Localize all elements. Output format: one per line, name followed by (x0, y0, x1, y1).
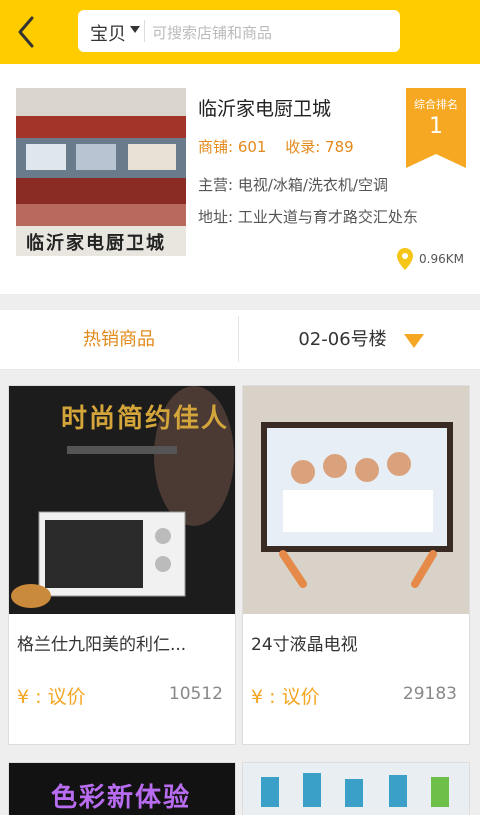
search-category-select[interactable]: 宝贝 (90, 20, 126, 46)
product-image: 时尚简约佳人 (9, 386, 235, 614)
store-card[interactable]: 临沂家电厨卫城 临沂家电厨卫城 商铺: 601 收录: 789 主营: 电视/冰… (0, 64, 480, 294)
rank-label: 综合排名 (414, 98, 458, 111)
product-price: ¥ : 议价 (251, 686, 320, 708)
search-bar[interactable]: 宝贝 可搜索店铺和商品 (78, 10, 400, 52)
product-card[interactable] (242, 762, 470, 815)
store-name: 临沂家电厨卫城 (198, 98, 332, 120)
product-image: 色彩新体验 (9, 763, 235, 815)
dropdown-triangle-icon (404, 334, 424, 348)
product-card[interactable]: 24寸液晶电视 ¥ : 议价 29183 (242, 385, 470, 745)
tab-floor-select[interactable]: 02-06号楼 (239, 310, 480, 370)
dropdown-triangle-icon (130, 26, 140, 33)
filter-tabs: 热销商品 02-06号楼 (0, 310, 480, 370)
product-sales: 29183 (402, 684, 457, 704)
product-sales: 10512 (168, 684, 223, 704)
rank-value: 1 (429, 114, 443, 139)
store-main-business: 主营: 电视/冰箱/洗衣机/空调 (198, 176, 388, 194)
store-address: 地址: 工业大道与育才路交汇处东 (198, 208, 418, 226)
back-button[interactable] (10, 12, 46, 52)
product-grid: 时尚简约佳人 格兰仕九阳美的利仁... ¥ : 议价 10512 24寸液晶电视… (0, 370, 480, 815)
search-input[interactable]: 可搜索店铺和商品 (152, 22, 272, 43)
search-divider (144, 20, 145, 42)
distance: 0.96KM (397, 248, 464, 270)
store-photo-caption: 临沂家电厨卫城 (26, 233, 166, 254)
product-price: ¥ : 议价 (17, 686, 86, 708)
tab-floor-label: 02-06号楼 (298, 329, 387, 350)
product-image-caption: 色彩新体验 (51, 783, 192, 813)
distance-value: 0.96KM (419, 252, 464, 266)
product-card[interactable]: 时尚简约佳人 格兰仕九阳美的利仁... ¥ : 议价 10512 (8, 385, 236, 745)
product-title: 格兰仕九阳美的利仁... (17, 635, 187, 655)
product-image-caption: 时尚简约佳人 (61, 404, 230, 434)
store-stats: 商铺: 601 收录: 789 (198, 136, 368, 157)
location-pin-icon (397, 248, 414, 270)
top-bar: 宝贝 可搜索店铺和商品 (0, 0, 480, 64)
rank-badge: 综合排名 1 (406, 88, 466, 154)
store-shops-count: 商铺: 601 (198, 138, 267, 156)
store-photo: 临沂家电厨卫城 (16, 88, 186, 256)
tab-hot-products[interactable]: 热销商品 (0, 310, 238, 370)
product-card[interactable]: 色彩新体验 (8, 762, 236, 815)
product-image (243, 386, 469, 614)
product-image (243, 763, 469, 815)
chevron-left-icon (18, 16, 34, 48)
product-title: 24寸液晶电视 (251, 635, 358, 655)
rank-badge-notch (406, 154, 466, 168)
store-records-count: 收录: 789 (285, 138, 354, 156)
